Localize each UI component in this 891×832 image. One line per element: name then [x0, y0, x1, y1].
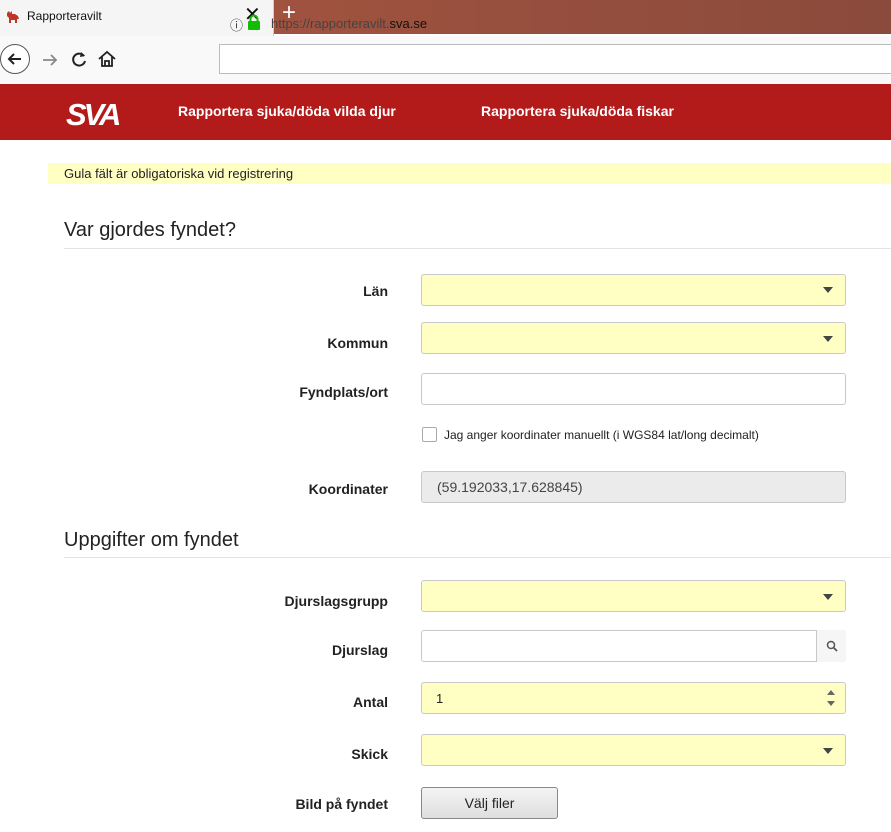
divider [64, 557, 891, 558]
skick-label: Skick [351, 746, 388, 762]
fyndplats-input[interactable] [421, 373, 846, 405]
kommun-select[interactable] [421, 322, 846, 354]
nav-link-wild-animals[interactable]: Rapportera sjuka/döda vilda djur [178, 103, 396, 119]
koordinater-field: (59.192033,17.628845) [421, 471, 846, 503]
koordinater-value: (59.192033,17.628845) [437, 479, 583, 495]
section-title-details: Uppgifter om fyndet [64, 529, 239, 551]
kommun-label: Kommun [327, 335, 388, 351]
antal-label: Antal [353, 694, 388, 710]
browser-navigation-bar [0, 36, 891, 85]
chevron-down-icon [823, 336, 833, 342]
antal-value: 1 [436, 691, 444, 706]
search-icon [826, 640, 838, 652]
info-icon[interactable]: ⓘ [230, 15, 243, 34]
moose-favicon-icon [7, 11, 19, 23]
skick-select[interactable] [421, 734, 846, 766]
back-button[interactable] [0, 44, 30, 74]
url-text: https://rapporteravilt.sva.se [271, 16, 428, 31]
notice-text: Gula fält är obligatoriska vid registrer… [64, 166, 294, 181]
spinner-arrows-icon [827, 690, 835, 706]
djurslagsgrupp-label: Djurslagsgrupp [284, 593, 388, 609]
search-button[interactable] [816, 630, 846, 662]
nav-link-fish[interactable]: Rapportera sjuka/döda fiskar [481, 103, 674, 119]
antal-stepper[interactable] [816, 682, 846, 714]
djurslag-input[interactable] [421, 630, 846, 662]
divider [64, 248, 891, 249]
lan-label: Län [363, 283, 388, 299]
manual-coordinates-checkbox[interactable] [422, 427, 437, 442]
djurslag-label: Djurslag [331, 642, 388, 658]
url-bar[interactable] [219, 44, 891, 74]
lan-select[interactable] [421, 274, 846, 306]
djurslagsgrupp-select[interactable] [421, 580, 846, 612]
section-title-location: Var gjordes fyndet? [64, 219, 236, 241]
sva-logo[interactable]: SVA [64, 96, 146, 132]
chevron-down-icon [823, 594, 833, 600]
tab-title: Rapporteravilt [27, 9, 102, 23]
home-icon[interactable] [96, 48, 118, 70]
logo-text: SVA [66, 97, 120, 132]
chevron-down-icon [823, 748, 833, 754]
reload-icon[interactable] [68, 48, 90, 70]
koordinater-label: Koordinater [308, 481, 388, 497]
choose-files-button[interactable]: Välj filer [421, 787, 558, 819]
bild-label: Bild på fyndet [295, 796, 388, 812]
chevron-down-icon [823, 287, 833, 293]
fyndplats-label: Fyndplats/ort [299, 384, 388, 400]
arrow-left-icon [7, 53, 21, 65]
lock-icon [248, 14, 260, 30]
arrow-right-icon[interactable] [39, 49, 61, 71]
manual-coordinates-label: Jag anger koordinater manuellt (i WGS84 … [444, 428, 759, 442]
antal-input[interactable]: 1 [421, 682, 846, 714]
